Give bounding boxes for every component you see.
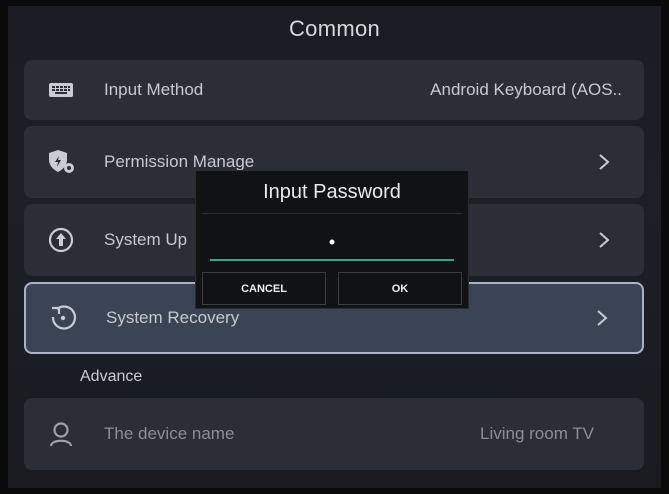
chevron-right-icon — [597, 310, 608, 326]
dialog-divider — [202, 213, 462, 214]
setting-device-name[interactable]: The device name Living room TV — [24, 398, 644, 470]
password-dialog: Input Password • CANCEL OK — [195, 170, 469, 309]
keyboard-icon — [46, 75, 76, 105]
setting-value: Living room TV — [479, 424, 594, 443]
setting-input-method[interactable]: Input Method Android Keyboard (AOS.. — [24, 60, 644, 120]
setting-label: Input Method — [104, 80, 204, 99]
setting-label: System Up — [104, 230, 188, 249]
chevron-right-icon — [599, 154, 610, 170]
shield-gear-icon — [46, 147, 76, 177]
cancel-button[interactable]: CANCEL — [202, 272, 326, 305]
recovery-icon — [48, 303, 78, 333]
page-title: Common — [288, 16, 381, 41]
dialog-title: Input Password — [263, 181, 401, 203]
person-icon — [46, 419, 76, 449]
setting-label: System Recovery — [106, 308, 240, 327]
chevron-right-icon — [599, 232, 610, 248]
ok-button[interactable]: OK — [338, 272, 462, 305]
setting-label: Permission Manage — [104, 152, 255, 171]
upgrade-icon — [46, 225, 76, 255]
setting-value: Android Keyboard (AOS.. — [430, 80, 622, 99]
password-input[interactable]: • — [210, 229, 454, 261]
setting-label: The device name — [104, 424, 235, 443]
section-title-advance: Advance — [80, 368, 143, 385]
